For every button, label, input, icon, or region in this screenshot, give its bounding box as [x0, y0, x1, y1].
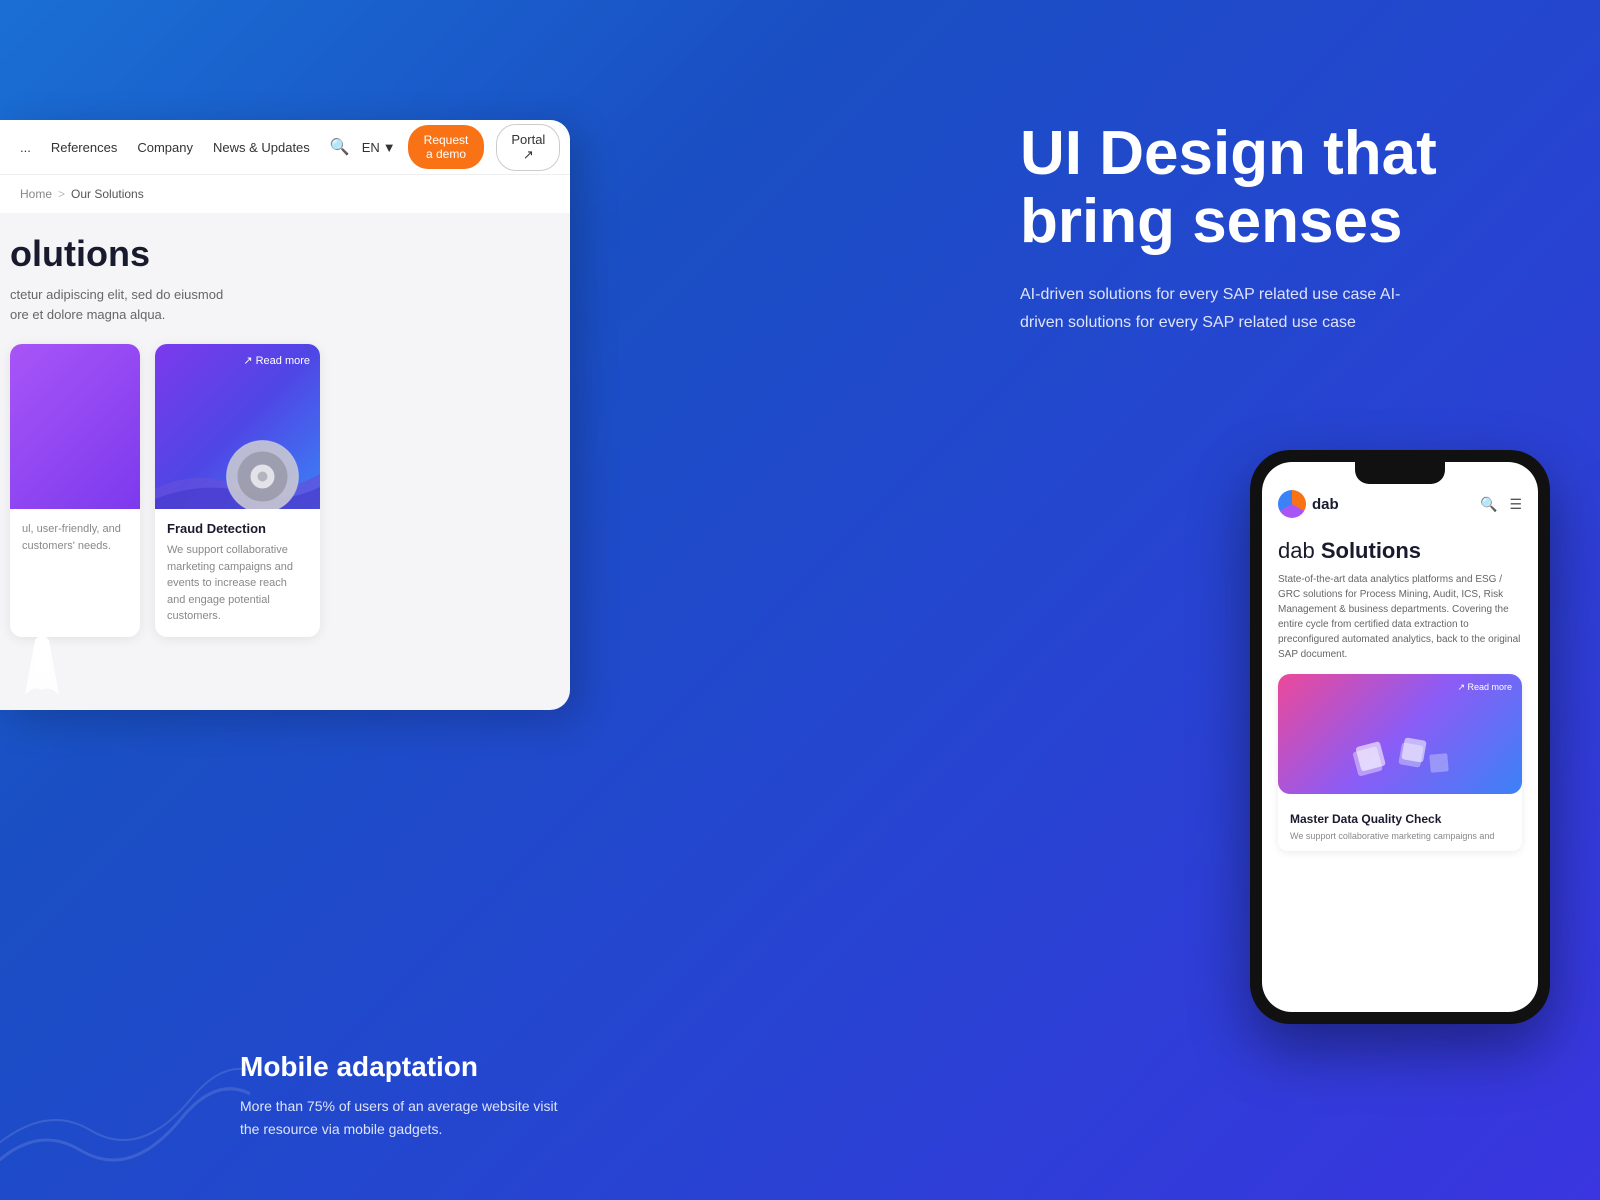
portal-button[interactable]: Portal ↗ — [496, 124, 560, 171]
phone-card-title: Master Data Quality Check — [1290, 812, 1510, 826]
navbar: ... References Company News & Updates 🔍 … — [0, 120, 570, 175]
card-read-more-2[interactable]: ↗ Read more — [243, 354, 310, 367]
phone-search-icon[interactable]: 🔍 — [1480, 496, 1497, 513]
card-partial-body: ul, user-friendly, and customers' needs. — [10, 509, 140, 566]
card-partial[interactable]: ul, user-friendly, and customers' needs. — [10, 344, 140, 637]
nav-news[interactable]: News & Updates — [213, 140, 310, 155]
nav-cut: ... — [20, 140, 31, 155]
language-selector[interactable]: EN ▼ — [362, 140, 396, 155]
cards-row: ul, user-friendly, and customers' needs.… — [0, 344, 570, 637]
phone-card-desc: We support collaborative marketing campa… — [1290, 830, 1510, 843]
demo-button[interactable]: Request a demo — [408, 125, 485, 169]
breadcrumb: Home > Our Solutions — [0, 175, 570, 213]
card-image-partial — [10, 344, 140, 509]
phone-content: dab Solutions State-of-the-art data anal… — [1262, 528, 1538, 861]
hero-subtitle: AI-driven solutions for every SAP relate… — [1020, 281, 1420, 335]
card-partial-desc: ul, user-friendly, and customers' needs. — [22, 521, 128, 554]
phone-notch — [1355, 462, 1445, 484]
search-icon[interactable]: 🔍 — [330, 137, 350, 157]
card-fraud-detection[interactable]: ↗ Read more Fraud Detection — [155, 344, 320, 637]
page-subtitle: ctetur adipiscing elit, sed do eiusmod o… — [10, 285, 550, 324]
mobile-adaptation-section: Mobile adaptation More than 75% of users… — [240, 1051, 560, 1140]
card-fraud-desc: We support collaborative marketing campa… — [167, 542, 308, 625]
breadcrumb-current: Our Solutions — [71, 187, 144, 201]
phone-mockup-section: dab 🔍 ☰ dab Solutions State-of-the-art d… — [1250, 450, 1550, 1024]
page-title: olutions — [10, 233, 550, 275]
phone-logo-text: dab — [1312, 496, 1339, 513]
navbar-actions: 🔍 EN ▼ Request a demo Portal ↗ — [330, 124, 561, 171]
left-panel: ... References Company News & Updates 🔍 … — [0, 120, 570, 710]
mobile-adaptation-title: Mobile adaptation — [240, 1051, 560, 1083]
phone-logo-icon — [1278, 490, 1306, 518]
hero-title: UI Design that bring senses — [1020, 120, 1540, 256]
phone-card-body: Master Data Quality Check We support col… — [1278, 804, 1522, 851]
phone-main-title: dab Solutions — [1278, 538, 1522, 564]
phone-screen: dab 🔍 ☰ dab Solutions State-of-the-art d… — [1262, 462, 1538, 1012]
phone-solution-card[interactable]: ↗ Read more — [1278, 674, 1522, 851]
card-fraud-image: ↗ Read more — [155, 344, 320, 509]
breadcrumb-home[interactable]: Home — [20, 187, 52, 201]
mobile-adaptation-desc: More than 75% of users of an average web… — [240, 1095, 560, 1140]
phone-card-read-more[interactable]: ↗ Read more — [1457, 682, 1512, 693]
content-area: olutions ctetur adipiscing elit, sed do … — [0, 213, 570, 324]
card-fraud-title: Fraud Detection — [167, 521, 308, 536]
chevron-icon: ▼ — [383, 140, 396, 155]
phone-desc: State-of-the-art data analytics platform… — [1278, 572, 1522, 662]
card-fraud-body: Fraud Detection We support collaborative… — [155, 509, 320, 637]
phone-outer: dab 🔍 ☰ dab Solutions State-of-the-art d… — [1250, 450, 1550, 1024]
phone-nav-icons: 🔍 ☰ — [1480, 496, 1522, 513]
phone-menu-icon[interactable]: ☰ — [1509, 496, 1522, 513]
phone-logo: dab — [1278, 490, 1339, 518]
nav-company[interactable]: Company — [137, 140, 193, 155]
phone-card-image: ↗ Read more — [1278, 674, 1522, 794]
nav-references[interactable]: References — [51, 140, 117, 155]
hero-section: UI Design that bring senses AI-driven so… — [1020, 120, 1540, 336]
breadcrumb-separator: > — [58, 187, 65, 201]
